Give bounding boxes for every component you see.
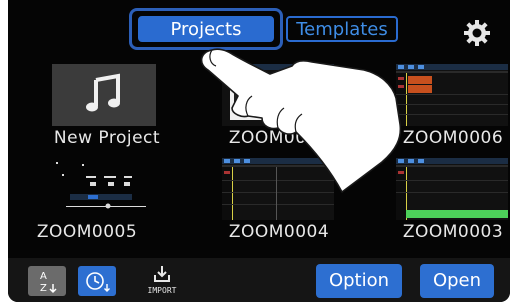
project-label: ZOOM0003 — [402, 222, 504, 242]
project-new[interactable]: New Project — [12, 64, 162, 160]
project-thumbnail — [222, 158, 334, 220]
import-icon — [154, 266, 170, 282]
open-button[interactable]: Open — [420, 264, 494, 298]
tab-projects[interactable]: Projects — [138, 16, 274, 42]
project-label: ZOOM0004 — [228, 222, 330, 242]
option-button[interactable]: Option — [316, 264, 402, 298]
project-thumbnail-item[interactable]: ZOOM0005 — [12, 158, 162, 254]
project-label: ZOOM0005 — [36, 222, 138, 242]
project-label: New Project — [53, 128, 161, 148]
gear-icon[interactable] — [462, 18, 492, 48]
project-thumbnail — [52, 158, 156, 220]
svg-text:Z: Z — [40, 283, 47, 294]
sort-az-button[interactable]: A Z — [28, 266, 66, 296]
import-button[interactable]: IMPORT — [140, 264, 184, 298]
sort-time-icon — [86, 272, 110, 292]
tab-templates[interactable]: Templates — [286, 16, 398, 42]
music-note-icon — [86, 73, 120, 112]
sort-time-button[interactable] — [78, 266, 116, 296]
project-thumbnail-item[interactable]: ZOOM0006 — [378, 64, 510, 160]
project-thumbnail-item[interactable]: ZOOM0008 — [204, 64, 354, 160]
project-thumbnail — [222, 64, 334, 126]
project-thumbnail-item[interactable]: ZOOM0003 — [378, 158, 510, 254]
svg-text:A: A — [40, 271, 47, 282]
project-label: ZOOM0008 — [228, 128, 330, 148]
project-thumbnail — [396, 64, 508, 126]
project-thumbnail — [396, 158, 508, 220]
bottom-toolbar: A Z IMPORT Option Open — [8, 258, 510, 302]
import-label: IMPORT — [147, 286, 177, 295]
new-project-thumbnail — [52, 64, 156, 126]
device-screen: Projects Templates New Project ZOOM0008 … — [8, 0, 510, 302]
project-label: ZOOM0006 — [402, 128, 504, 148]
sort-az-icon: A Z — [40, 271, 57, 294]
project-thumbnail-item[interactable]: ZOOM0004 — [204, 158, 354, 254]
